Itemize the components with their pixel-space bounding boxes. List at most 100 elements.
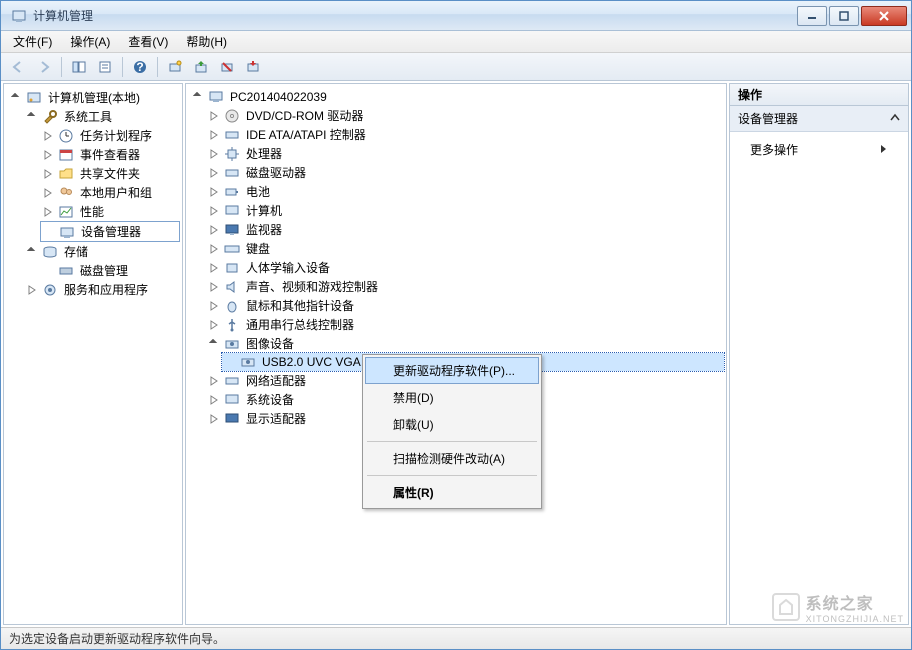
expand-icon[interactable] <box>208 148 220 160</box>
context-update-driver[interactable]: 更新驱动程序软件(P)... <box>365 357 539 384</box>
context-uninstall[interactable]: 卸载(U) <box>365 411 539 438</box>
menu-help[interactable]: 帮助(H) <box>178 31 235 52</box>
maximize-button[interactable] <box>829 6 859 26</box>
tree-event-viewer[interactable]: 事件查看器 <box>40 145 180 164</box>
tree-sound[interactable]: 声音、视频和游戏控制器 <box>206 277 724 296</box>
show-hide-tree-button[interactable] <box>68 56 90 78</box>
expand-icon[interactable] <box>42 187 54 199</box>
context-properties[interactable]: 属性(R) <box>365 479 539 506</box>
disable-button[interactable] <box>242 56 264 78</box>
expand-icon[interactable] <box>208 129 220 141</box>
update-driver-button[interactable] <box>190 56 212 78</box>
expand-icon[interactable] <box>208 375 220 387</box>
expand-icon[interactable] <box>208 262 220 274</box>
performance-icon <box>58 204 74 220</box>
expand-icon[interactable] <box>208 224 220 236</box>
actions-sub-header[interactable]: 设备管理器 <box>730 106 908 132</box>
app-icon <box>11 8 27 24</box>
battery-icon <box>224 184 240 200</box>
uninstall-button[interactable] <box>216 56 238 78</box>
context-disable[interactable]: 禁用(D) <box>365 384 539 411</box>
collapse-icon[interactable] <box>10 92 22 104</box>
context-separator <box>367 441 537 442</box>
tree-hid[interactable]: 人体学输入设备 <box>206 258 724 277</box>
tree-label: 存储 <box>62 243 90 260</box>
properties-button[interactable] <box>94 56 116 78</box>
system-device-icon <box>224 392 240 408</box>
tree-label: 服务和应用程序 <box>62 281 150 298</box>
expand-icon[interactable] <box>42 206 54 218</box>
users-icon <box>58 185 74 201</box>
tree-mouse[interactable]: 鼠标和其他指针设备 <box>206 296 724 315</box>
expand-icon[interactable] <box>208 413 220 425</box>
expand-icon[interactable] <box>208 319 220 331</box>
help-button[interactable]: ? <box>129 56 151 78</box>
tree-computers[interactable]: 计算机 <box>206 201 724 220</box>
tree-storage[interactable]: 存储 <box>24 242 180 261</box>
menu-action[interactable]: 操作(A) <box>62 31 118 52</box>
actions-sub-label: 设备管理器 <box>738 110 798 127</box>
actions-header: 操作 <box>730 84 908 106</box>
context-scan-hardware[interactable]: 扫描检测硬件改动(A) <box>365 445 539 472</box>
tree-label: PC201404022039 <box>228 90 329 104</box>
collapse-icon[interactable] <box>26 246 38 258</box>
collapse-icon[interactable] <box>26 111 38 123</box>
menu-view[interactable]: 查看(V) <box>120 31 176 52</box>
tree-shared-folders[interactable]: 共享文件夹 <box>40 164 180 183</box>
tree-local-users[interactable]: 本地用户和组 <box>40 183 180 202</box>
expand-icon[interactable] <box>42 149 54 161</box>
expand-icon[interactable] <box>42 168 54 180</box>
expand-icon[interactable] <box>42 130 54 142</box>
expand-icon[interactable] <box>208 243 220 255</box>
statusbar-text: 为选定设备启动更新驱动程序软件向导。 <box>9 630 225 647</box>
disk-drive-icon <box>224 165 240 181</box>
expand-icon[interactable] <box>208 394 220 406</box>
tree-label: 监视器 <box>244 221 284 238</box>
expand-icon[interactable] <box>208 186 220 198</box>
tree-root[interactable]: 计算机管理(本地) <box>8 88 180 107</box>
tree-disk-management[interactable]: 磁盘管理 <box>40 261 180 280</box>
tree-monitor[interactable]: 监视器 <box>206 220 724 239</box>
tree-usb[interactable]: 通用串行总线控制器 <box>206 315 724 334</box>
tree-imaging[interactable]: 图像设备 <box>206 334 724 353</box>
minimize-button[interactable] <box>797 6 827 26</box>
ide-icon <box>224 127 240 143</box>
expand-icon[interactable] <box>208 110 220 122</box>
tree-label: 共享文件夹 <box>78 165 142 182</box>
tree-dvd[interactable]: DVD/CD-ROM 驱动器 <box>206 106 724 125</box>
disk-icon <box>58 263 74 279</box>
actions-more[interactable]: 更多操作 <box>730 136 908 163</box>
scan-hardware-button[interactable] <box>164 56 186 78</box>
expand-icon[interactable] <box>208 167 220 179</box>
tree-disk[interactable]: 磁盘驱动器 <box>206 163 724 182</box>
menu-file[interactable]: 文件(F) <box>5 31 60 52</box>
collapse-icon[interactable] <box>890 112 900 126</box>
tree-battery[interactable]: 电池 <box>206 182 724 201</box>
tree-performance[interactable]: 性能 <box>40 202 180 221</box>
collapse-icon[interactable] <box>208 338 220 350</box>
tree-ide[interactable]: IDE ATA/ATAPI 控制器 <box>206 125 724 144</box>
imaging-icon <box>224 336 240 352</box>
tree-device-manager[interactable]: 设备管理器 <box>40 221 180 242</box>
tree-services-apps[interactable]: 服务和应用程序 <box>24 280 180 299</box>
expand-icon[interactable] <box>208 205 220 217</box>
expand-icon[interactable] <box>26 284 38 296</box>
expand-icon[interactable] <box>208 300 220 312</box>
tree-label: 系统工具 <box>62 108 114 125</box>
tree-task-scheduler[interactable]: 任务计划程序 <box>40 126 180 145</box>
forward-button[interactable] <box>33 56 55 78</box>
management-tree[interactable]: 计算机管理(本地) 系统工具 任务计划程序 <box>4 84 182 303</box>
context-separator <box>367 475 537 476</box>
tree-keyboard[interactable]: 键盘 <box>206 239 724 258</box>
close-button[interactable] <box>861 6 907 26</box>
back-button[interactable] <box>7 56 29 78</box>
toolbar-separator <box>122 57 123 77</box>
tree-system-tools[interactable]: 系统工具 <box>24 107 180 126</box>
computer-icon <box>224 203 240 219</box>
expand-icon[interactable] <box>208 281 220 293</box>
device-tree-pane: PC201404022039 DVD/CD-ROM 驱动器 IDE ATA/AT… <box>185 83 727 625</box>
tree-cpu[interactable]: 处理器 <box>206 144 724 163</box>
tree-computer-root[interactable]: PC201404022039 <box>190 88 724 106</box>
tools-icon <box>42 109 58 125</box>
collapse-icon[interactable] <box>192 91 204 103</box>
